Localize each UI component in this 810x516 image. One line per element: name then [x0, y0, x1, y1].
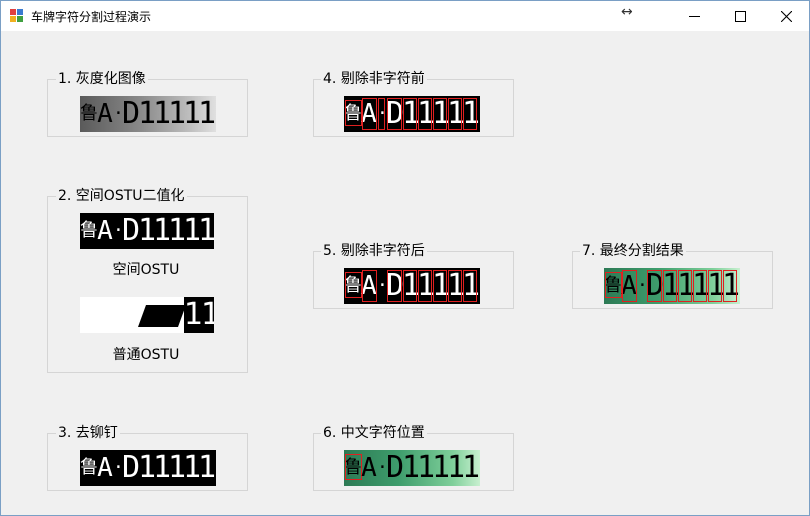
char-bounding-box [678, 270, 692, 302]
title-bar[interactable]: 车牌字符分割过程演示 ↔ [1, 1, 809, 31]
plate-image-rivets-removed: 鲁 A · D 1 1 1 1 1 [80, 450, 216, 486]
char-bounding-box [433, 270, 447, 302]
plate-char: 1 [168, 213, 187, 248]
minimize-button[interactable] [671, 1, 717, 31]
plate-char: 1 [138, 96, 157, 131]
char-bounding-box [663, 270, 677, 302]
char-bounding-box [448, 98, 462, 130]
char-bounding-box [622, 270, 637, 302]
char-bounding-box [605, 272, 622, 298]
char-bounding-box [403, 98, 417, 130]
group-label-binarization: 2. 空间OSTU二值化 [56, 188, 187, 204]
plate-char: 鲁 [80, 103, 98, 124]
group-label-after-filter: 5. 剔除非字符后 [321, 243, 427, 259]
plate-char: 1 [198, 213, 214, 248]
char-bounding-box [418, 270, 432, 302]
char-bounding-box [345, 454, 362, 480]
plate-char: 1 [198, 96, 216, 131]
char-bounding-box [418, 98, 432, 130]
char-bounding-box [708, 270, 722, 302]
plate-image-grayscale: 鲁 A · D 1 1 1 1 1 [80, 96, 216, 132]
window-title: 车牌字符分割过程演示 [31, 10, 152, 24]
char-bounding-box [387, 98, 402, 130]
main-window: 车牌字符分割过程演示 ↔ 1. 灰度化图像 鲁 A · D 1 1 1 1 1 2. 空间OST… [0, 0, 810, 516]
char-bounding-box [403, 270, 417, 302]
plate-char: · [113, 103, 124, 124]
plate-char: · [377, 457, 388, 478]
plate-char: 1 [417, 450, 436, 485]
plate-char: A [361, 453, 377, 483]
plate-char: 1 [138, 213, 157, 248]
char-bounding-box [723, 270, 737, 302]
char-bounding-box [378, 98, 385, 130]
char-bounding-box [693, 270, 707, 302]
plate-image-normal-ostu: 11 [80, 297, 214, 333]
plate-char: 1 [183, 96, 202, 131]
plate-image-after-filter: 鲁 A · D 1 1 1 1 1 [344, 268, 480, 304]
plate-char: · [113, 220, 124, 241]
plate-char: D [122, 450, 141, 485]
plate-char: 1 [402, 450, 421, 485]
plate-char: D [122, 96, 141, 131]
plate-char: D [122, 213, 141, 248]
char-bounding-box [448, 270, 462, 302]
plate-image-before-filter: 鲁 A · D 1 1 1 1 1 [344, 96, 480, 132]
plate-image-spatial-ostu: 鲁 A · D 1 1 1 1 1 [80, 213, 214, 249]
plate-char: · [113, 457, 124, 478]
plate-char: · [377, 275, 388, 296]
plate-char: · [637, 275, 648, 296]
plate-char: 1 [183, 213, 202, 248]
close-button[interactable] [763, 1, 809, 31]
normal-ostu-chars: 11 [184, 297, 214, 332]
char-bounding-box [345, 100, 362, 126]
plate-char: 鲁 [80, 220, 98, 241]
plate-char: 1 [447, 450, 466, 485]
plate-char: 1 [153, 96, 172, 131]
plate-char: 鲁 [80, 457, 98, 478]
plate-char: 1 [153, 450, 172, 485]
char-bounding-box [433, 98, 447, 130]
plate-char: 1 [462, 450, 480, 485]
char-bounding-box [362, 98, 377, 130]
plate-char: 1 [432, 450, 451, 485]
plate-char: 1 [183, 450, 202, 485]
caption-spatial-ostu: 空间OSTU [112, 262, 180, 278]
char-bounding-box [647, 270, 662, 302]
plate-char: 1 [153, 213, 172, 248]
group-label-final-result: 7. 最终分割结果 [580, 243, 686, 259]
app-icon [10, 9, 24, 23]
group-label-chinese-position: 6. 中文字符位置 [321, 425, 427, 441]
close-icon [781, 11, 792, 22]
group-label-before-filter: 4. 剔除非字符前 [321, 71, 427, 87]
char-bounding-box [345, 272, 362, 298]
char-bounding-box [463, 270, 477, 302]
plate-char: A [97, 216, 113, 246]
plate-char: 1 [138, 450, 157, 485]
minimize-icon [689, 16, 700, 17]
plate-image-chinese-position: 鲁 A · D 1 1 1 1 1 [344, 450, 480, 486]
caption-normal-ostu: 普通OSTU [112, 347, 180, 363]
plate-char: 1 [198, 450, 216, 485]
char-bounding-box [463, 98, 477, 130]
resize-cursor-icon: ↔ [621, 4, 633, 20]
plate-char: A [97, 453, 113, 483]
group-label-remove-rivets: 3. 去铆钉 [56, 425, 120, 441]
char-bounding-box [387, 270, 402, 302]
plate-char: 1 [168, 450, 187, 485]
maximize-icon [735, 11, 746, 22]
plate-char: A [97, 99, 113, 129]
char-bounding-box [362, 270, 377, 302]
plate-image-final-result: 鲁 A · D 1 1 1 1 1 [604, 268, 740, 304]
group-label-grayscale: 1. 灰度化图像 [56, 71, 148, 87]
plate-char: D [386, 450, 405, 485]
maximize-button[interactable] [717, 1, 763, 31]
plate-char: 1 [168, 96, 187, 131]
